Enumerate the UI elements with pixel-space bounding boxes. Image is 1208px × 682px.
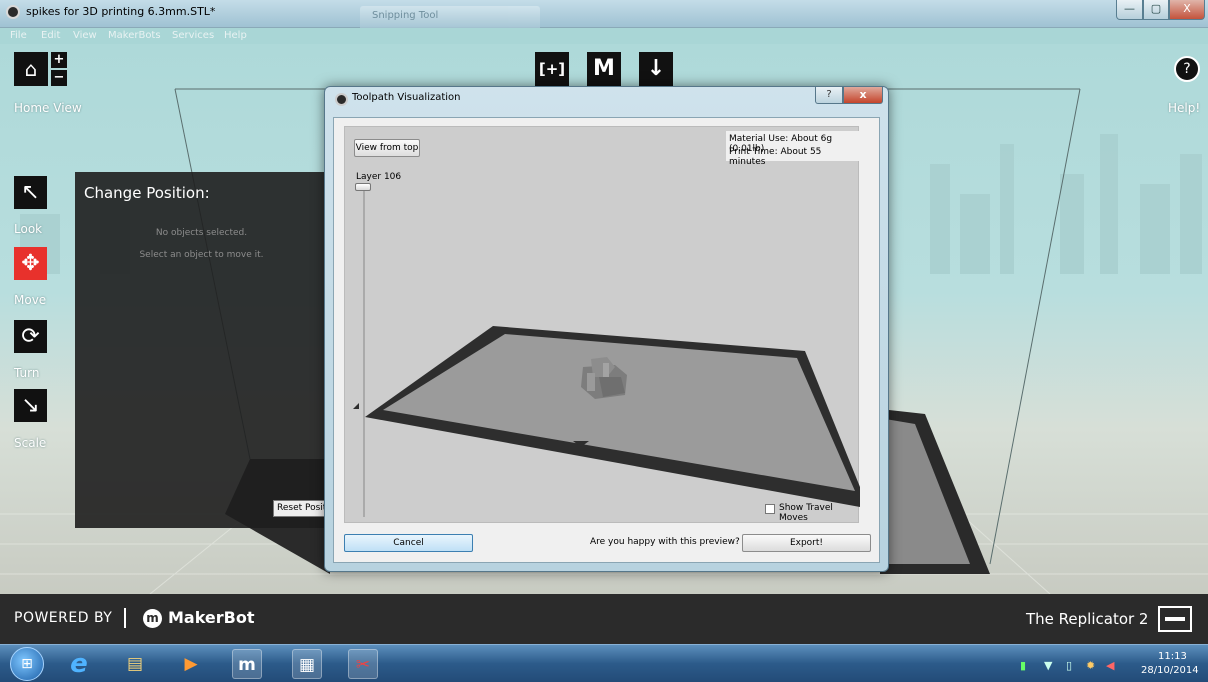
toolpath-preview-viewport[interactable]: View from top Layer 106 Material Use: Ab… <box>344 126 860 523</box>
home-view-label: Home View <box>14 101 82 115</box>
home-icon: ⌂ <box>24 57 38 81</box>
print-time-text: Print Time: About 55 minutes <box>729 147 822 167</box>
help-icon: ? <box>1183 61 1191 77</box>
help-button[interactable]: ? <box>1174 56 1200 82</box>
scale-tool-button[interactable]: ↘ <box>14 389 47 422</box>
media-player-icon[interactable]: ▶ <box>176 649 206 679</box>
clock-time[interactable]: 11:13 <box>1158 651 1187 662</box>
move-tool-button[interactable]: ✥ <box>14 247 47 280</box>
window-titlebar: spikes for 3D printing 6.3mm.STL* Snippi… <box>0 0 1208 28</box>
menu-view[interactable]: View <box>73 30 97 41</box>
shield-tray-icon[interactable]: ▼ <box>1044 659 1052 672</box>
scale-arrow-icon: ↘ <box>21 393 40 418</box>
layer-slider-track[interactable] <box>363 187 365 517</box>
home-view-button[interactable]: ⌂ <box>14 52 48 86</box>
zoom-in-button[interactable]: + <box>51 52 67 68</box>
dialog-app-icon <box>335 93 348 106</box>
windows-taskbar: ⊞ e ▤ ▶ m ▦ ✂ ▮ ▼ ▯ ✹ ◀ 11:13 28/10/2014 <box>0 644 1208 682</box>
change-position-panel: Change Position: No objects selected. Se… <box>75 172 333 528</box>
close-window-button[interactable]: X <box>1169 0 1205 20</box>
makerware-app-icon <box>6 5 20 19</box>
start-button[interactable]: ⊞ <box>10 647 44 681</box>
makerware-taskbar-icon[interactable]: m <box>232 649 262 679</box>
flag-tray-icon[interactable]: ✹ <box>1086 659 1095 672</box>
move-label: Move <box>14 293 47 307</box>
background-window-title: Snipping Tool <box>372 10 439 21</box>
toolpath-preview-graphics <box>353 326 860 507</box>
footer-divider <box>124 608 126 628</box>
layer-label: Layer 106 <box>356 172 402 182</box>
device-tray-icon[interactable]: ▯ <box>1066 659 1072 672</box>
change-position-title: Change Position: <box>84 184 210 202</box>
show-travel-moves-checkbox[interactable] <box>765 504 775 514</box>
printer-connection-icon[interactable] <box>1158 606 1192 632</box>
zoom-out-button[interactable]: − <box>51 70 67 86</box>
help-label: Help! <box>1168 101 1201 115</box>
dialog-body: View from top Layer 106 Material Use: Ab… <box>333 117 880 563</box>
look-arrow-icon: ↖ <box>21 180 40 205</box>
clock-date[interactable]: 28/10/2014 <box>1141 665 1199 676</box>
select-object-hint: Select an object to move it. <box>139 250 264 260</box>
dialog-title: Toolpath Visualization <box>352 92 461 103</box>
makerbot-logo-icon: m <box>143 609 162 628</box>
turn-tool-button[interactable]: ⟳ <box>14 320 47 353</box>
window-title: spikes for 3D printing 6.3mm.STL* <box>26 5 216 18</box>
makerbot-logo-button[interactable]: M <box>587 52 621 86</box>
menu-edit[interactable]: Edit <box>41 30 60 41</box>
file-explorer-icon[interactable]: ▤ <box>120 649 150 679</box>
preview-question: Are you happy with this preview? <box>590 537 740 547</box>
minimize-button[interactable]: — <box>1116 0 1143 20</box>
dialog-close-button[interactable]: x <box>843 87 883 104</box>
scale-label: Scale <box>14 436 47 450</box>
printer-name[interactable]: The Replicator 2 <box>1026 610 1148 628</box>
menu-makerbots[interactable]: MakerBots <box>108 30 161 41</box>
menu-file[interactable]: File <box>10 30 27 41</box>
internet-explorer-icon[interactable]: e <box>64 649 94 679</box>
show-travel-moves-label[interactable]: Show Travel Moves <box>779 503 858 523</box>
toolpath-visualization-dialog: Toolpath Visualization ? x View from top… <box>324 86 889 572</box>
menu-services[interactable]: Services <box>172 30 214 41</box>
look-tool-button[interactable]: ↖ <box>14 176 47 209</box>
background-window-tab[interactable]: Snipping Tool <box>360 6 540 28</box>
dialog-help-button[interactable]: ? <box>815 87 843 104</box>
footer-bar: POWERED BY m MakerBot The Replicator 2 <box>0 594 1208 644</box>
turn-label: Turn <box>14 366 40 380</box>
powered-by-label: POWERED BY <box>14 610 113 626</box>
snipping-tool-taskbar-icon[interactable]: ✂ <box>348 649 378 679</box>
export-button[interactable]: Export! <box>742 534 871 552</box>
add-object-button[interactable]: [+] <box>535 52 569 86</box>
print-info-box: Material Use: About 6g (0.01lb) Print Ti… <box>726 131 859 167</box>
notepad-taskbar-icon[interactable]: ▦ <box>292 649 322 679</box>
no-objects-message: No objects selected. <box>155 228 248 238</box>
layer-slider-handle[interactable] <box>355 183 371 191</box>
export-print-button[interactable]: ↓ <box>639 52 673 86</box>
view-from-top-button[interactable]: View from top <box>354 139 420 157</box>
volume-tray-icon[interactable]: ◀ <box>1106 659 1114 672</box>
rotate-icon: ⟳ <box>21 324 40 349</box>
network-tray-icon[interactable]: ▮ <box>1020 659 1026 672</box>
cancel-button[interactable]: Cancel <box>344 534 473 552</box>
menu-bar: File Edit View MakerBots Services Help <box>0 28 1208 44</box>
makerbot-brand: MakerBot <box>168 608 255 627</box>
look-label: Look <box>14 222 43 236</box>
maximize-button[interactable]: ▢ <box>1143 0 1169 20</box>
menu-help[interactable]: Help <box>224 30 247 41</box>
move-arrows-icon: ✥ <box>21 251 40 276</box>
